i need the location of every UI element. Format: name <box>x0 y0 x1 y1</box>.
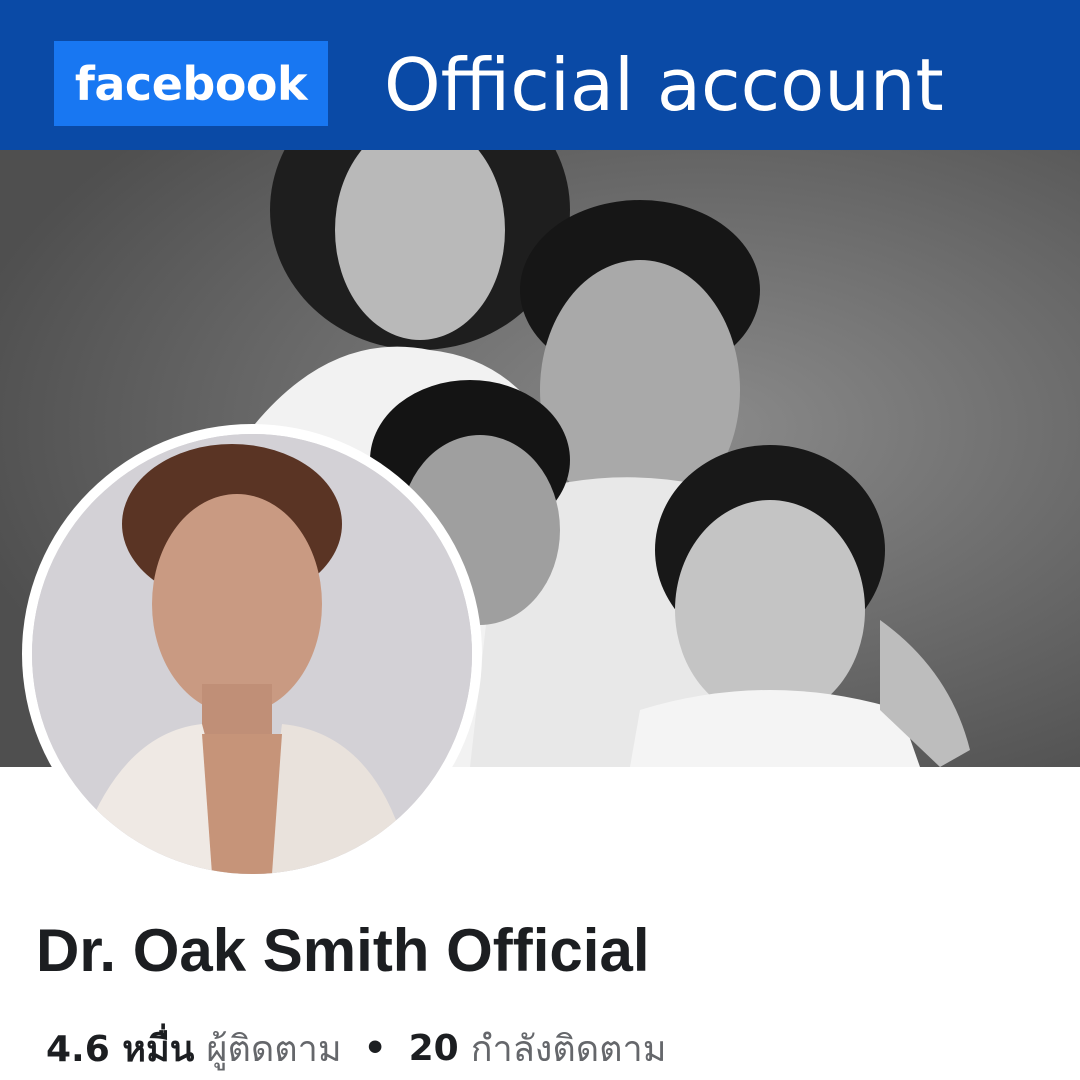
header-bar: facebook Official account <box>0 0 1080 150</box>
follow-stats: 4.6 หมื่น ผู้ติดตาม • 20 กำลังติดตาม <box>46 1020 666 1076</box>
facebook-logo: facebook <box>54 41 328 126</box>
stats-separator: • <box>363 1027 387 1069</box>
following-label[interactable]: กำลังติดตาม <box>471 1020 667 1077</box>
facebook-logo-text: facebook <box>74 56 308 111</box>
followers-count[interactable]: 4.6 หมื่น <box>46 1020 194 1077</box>
header-title: Official account <box>384 43 944 127</box>
profile-picture[interactable] <box>32 434 472 874</box>
followers-label[interactable]: ผู้ติดตาม <box>206 1020 341 1077</box>
profile-picture-image <box>32 434 472 874</box>
page-title: Dr. Oak Smith Official <box>36 917 650 984</box>
following-count[interactable]: 20 <box>409 1028 459 1069</box>
